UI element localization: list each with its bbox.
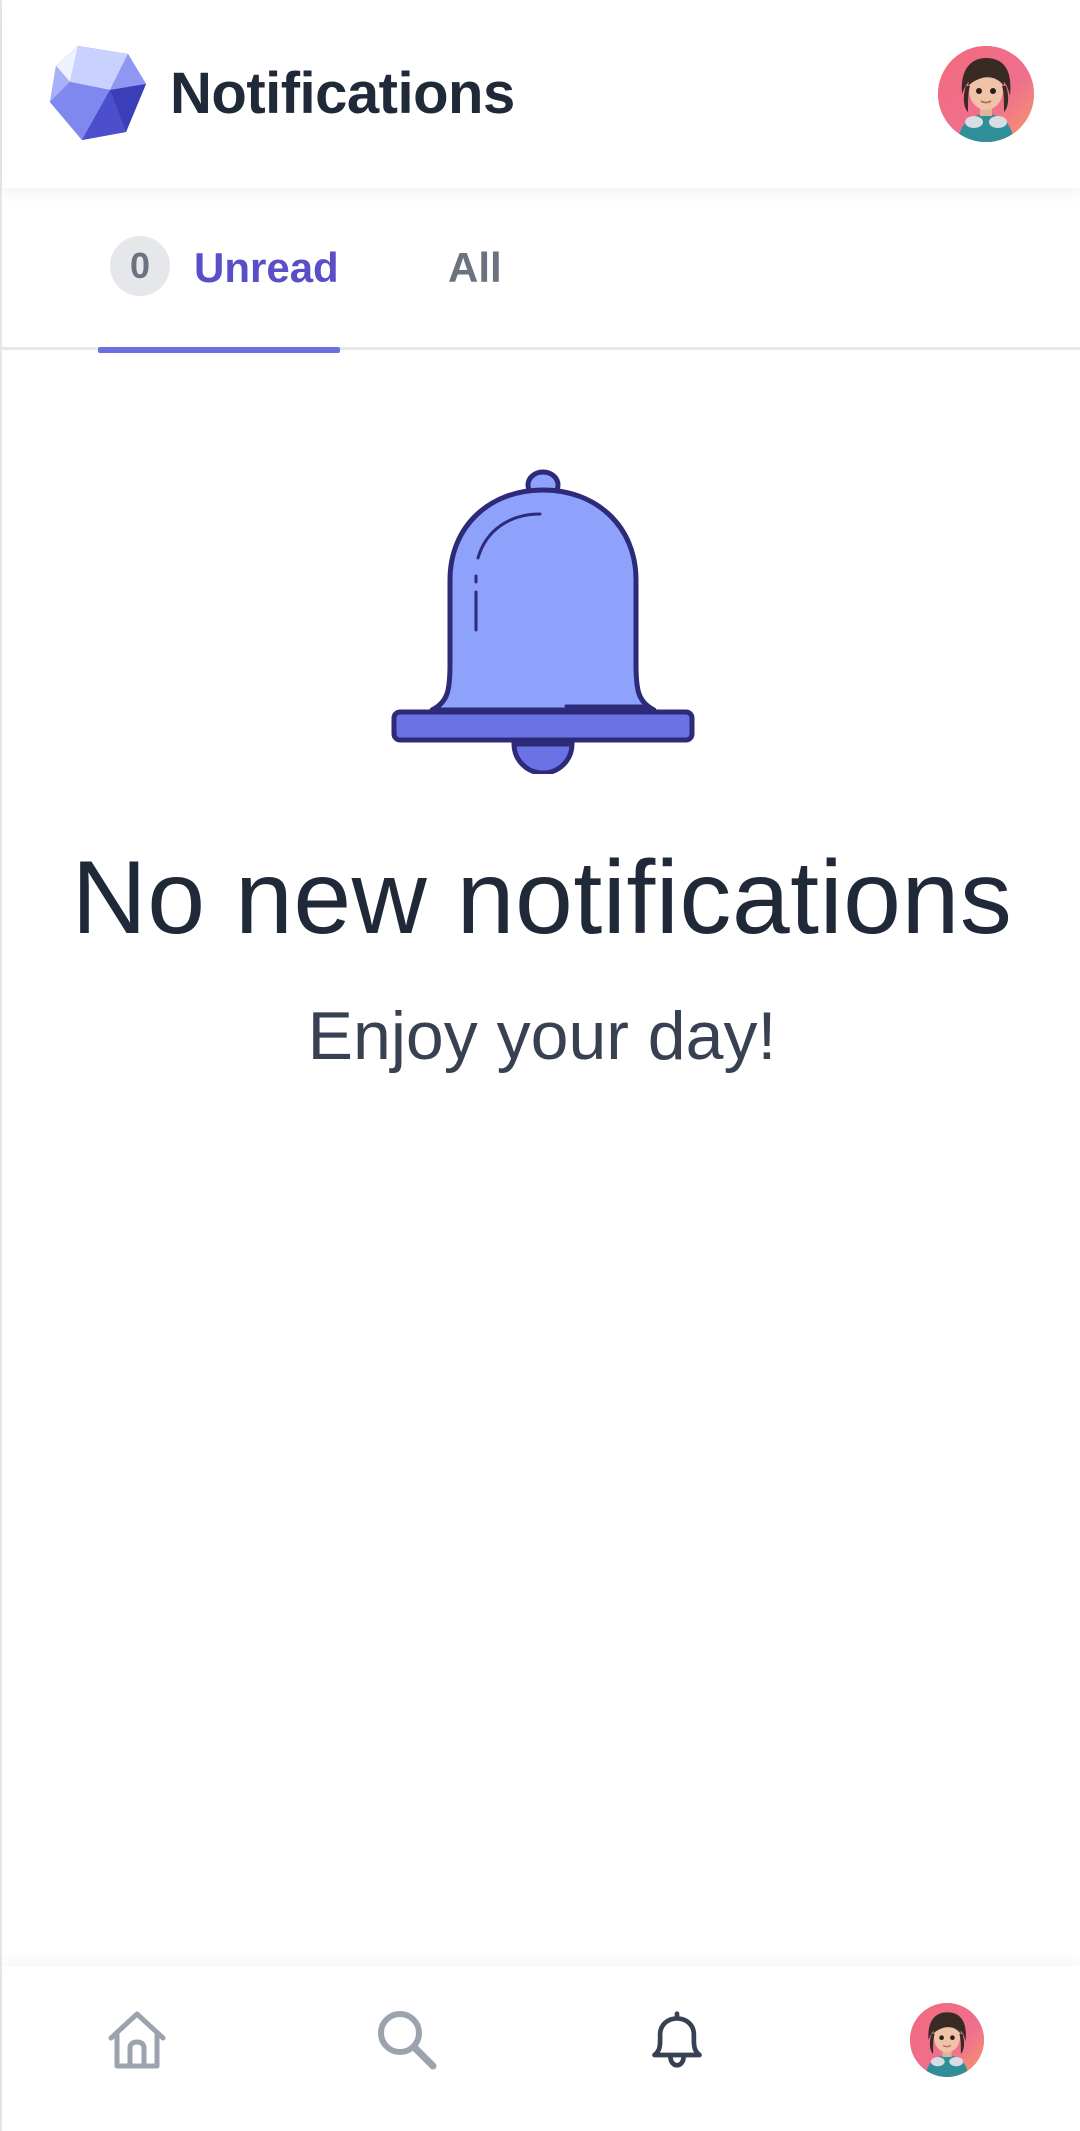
home-icon [108, 2011, 166, 2069]
page-title: Notifications [170, 61, 515, 126]
app-header: Notifications [2, 0, 1080, 188]
tab-unread[interactable]: 0 Unread [98, 190, 340, 353]
bell-icon [390, 468, 696, 776]
empty-state-subtitle: Enjoy your day! [307, 998, 777, 1074]
user-avatar [910, 2003, 984, 2077]
active-tab-indicator [98, 347, 340, 353]
tab-unread-label: Unread [194, 244, 339, 291]
nav-home[interactable] [77, 1980, 197, 2100]
nav-notifications[interactable] [617, 1980, 737, 2100]
search-icon [378, 2011, 437, 2070]
bell-icon [652, 2011, 702, 2068]
user-avatar[interactable] [938, 46, 1034, 142]
gem-logo-icon[interactable] [48, 44, 148, 144]
unread-count-badge: 0 [110, 236, 170, 296]
empty-state-title: No new notifications [71, 840, 1013, 956]
tab-all[interactable]: All [448, 244, 502, 292]
nav-search[interactable] [347, 1980, 467, 2100]
nav-profile[interactable] [887, 1980, 1007, 2100]
app-root: Notifications 0 Unread All No new notifi… [0, 0, 1080, 2131]
notification-tabs: 0 Unread All [2, 190, 1080, 353]
bottom-navigation [2, 1966, 1080, 2131]
